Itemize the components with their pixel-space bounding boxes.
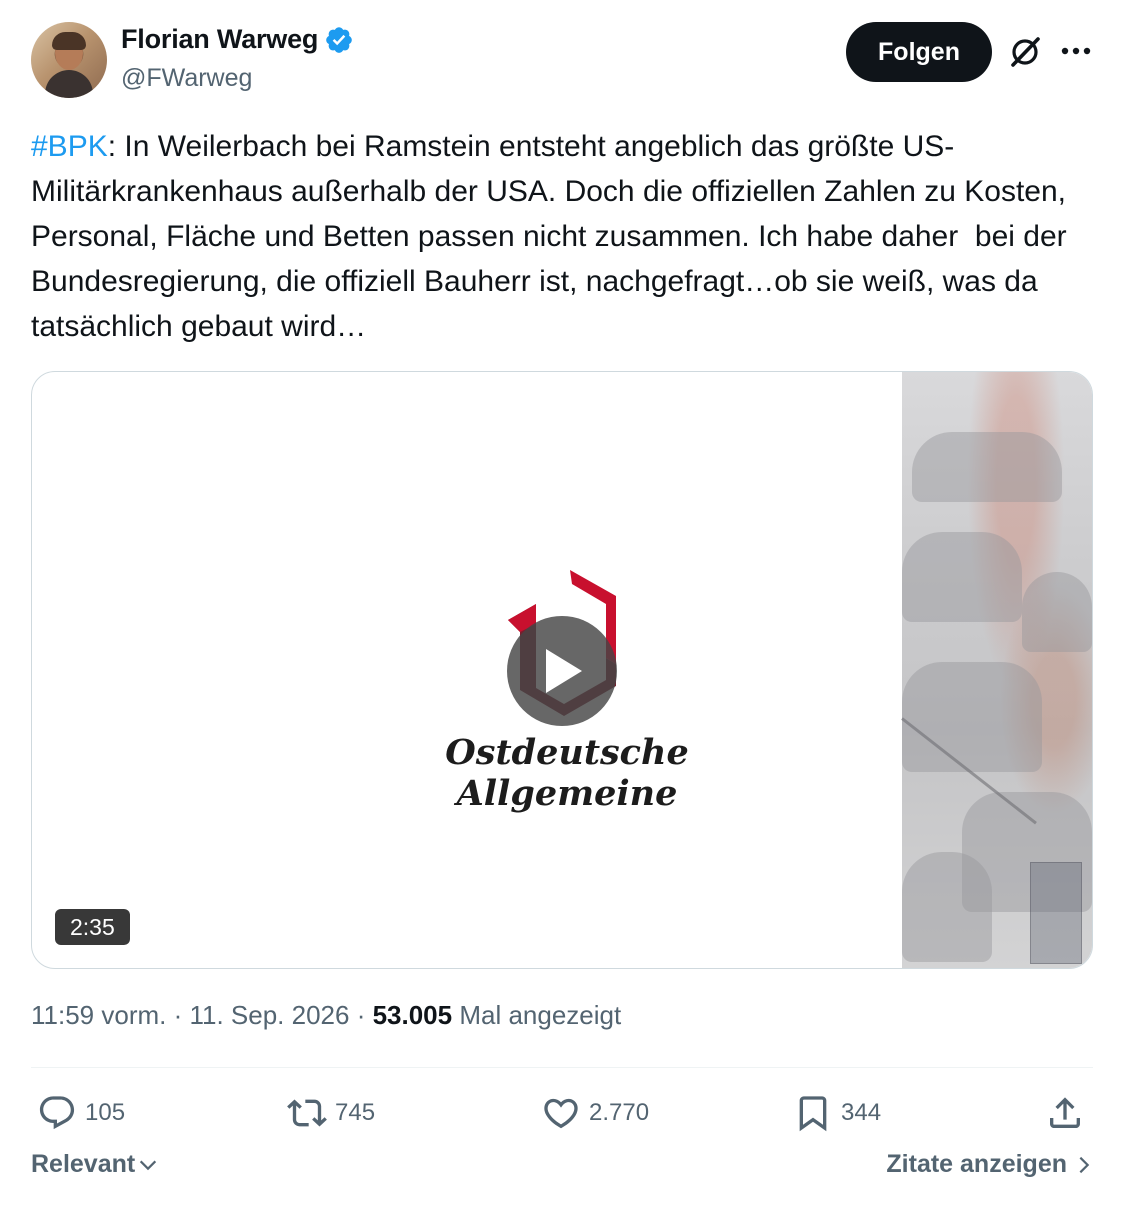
share-button[interactable] xyxy=(1045,1088,1085,1138)
sort-label: Relevant xyxy=(31,1150,136,1178)
view-count: 53.005 xyxy=(372,1000,453,1030)
tweet-text: #BPK: In Weilerbach bei Ramstein entsteh… xyxy=(31,124,1091,349)
repost-count: 745 xyxy=(335,1099,376,1126)
action-bar: 105 745 2.770 344 xyxy=(31,1088,1093,1138)
reply-icon xyxy=(39,1096,75,1130)
reply-button[interactable]: 105 xyxy=(37,1088,125,1138)
chevron-down-icon xyxy=(140,1160,157,1170)
divider xyxy=(31,1067,1093,1068)
conference-room-photo xyxy=(901,372,1092,968)
video-player[interactable]: Ostdeutsche Allgemeine 2:35 xyxy=(31,371,1093,969)
bookmark-button[interactable]: 344 xyxy=(793,1088,881,1138)
display-name[interactable]: Florian Warweg xyxy=(121,24,318,55)
sort-replies-dropdown[interactable]: Relevant xyxy=(31,1150,159,1179)
view-count-label: Mal angezeigt xyxy=(459,1000,622,1030)
tweet-footer: Relevant Zitate anzeigen xyxy=(31,1150,1093,1194)
hashtag-link[interactable]: #BPK xyxy=(31,130,108,163)
view-quotes-link[interactable]: Zitate anzeigen xyxy=(886,1150,1093,1179)
tweet-time[interactable]: 11:59 vorm. xyxy=(31,1000,166,1030)
view-quotes-label: Zitate anzeigen xyxy=(886,1150,1067,1178)
newspaper-logo-text: Ostdeutsche Allgemeine xyxy=(445,732,689,814)
like-count: 2.770 xyxy=(589,1099,650,1126)
grok-icon[interactable] xyxy=(1007,34,1043,70)
repost-icon xyxy=(287,1099,327,1127)
avatar[interactable] xyxy=(31,22,107,98)
tweet-meta: 11:59 vorm. · 11. Sep. 2026 · 53.005 Mal… xyxy=(31,1000,622,1030)
tweet-date[interactable]: 11. Sep. 2026 xyxy=(189,1000,349,1030)
repost-button[interactable]: 745 xyxy=(287,1088,375,1138)
verified-badge-icon xyxy=(326,26,353,53)
like-button[interactable]: 2.770 xyxy=(541,1088,649,1138)
more-options-icon[interactable] xyxy=(1059,34,1093,68)
reply-count: 105 xyxy=(85,1099,126,1126)
play-icon xyxy=(546,649,582,693)
bookmark-icon xyxy=(799,1096,827,1132)
author-handle[interactable]: @FWarweg xyxy=(121,64,252,93)
bookmark-count: 344 xyxy=(841,1099,882,1126)
tweet-header: Florian Warweg @FWarweg Folgen xyxy=(31,22,1093,102)
tweet-body: : In Weilerbach bei Ramstein entsteht an… xyxy=(31,130,1075,343)
share-icon xyxy=(1050,1097,1080,1128)
play-button[interactable] xyxy=(507,616,617,726)
author-name-row[interactable]: Florian Warweg xyxy=(121,24,354,55)
video-duration-badge: 2:35 xyxy=(55,909,130,945)
heart-icon xyxy=(544,1098,578,1129)
chevron-right-icon xyxy=(1079,1156,1090,1173)
follow-button[interactable]: Folgen xyxy=(846,22,992,82)
